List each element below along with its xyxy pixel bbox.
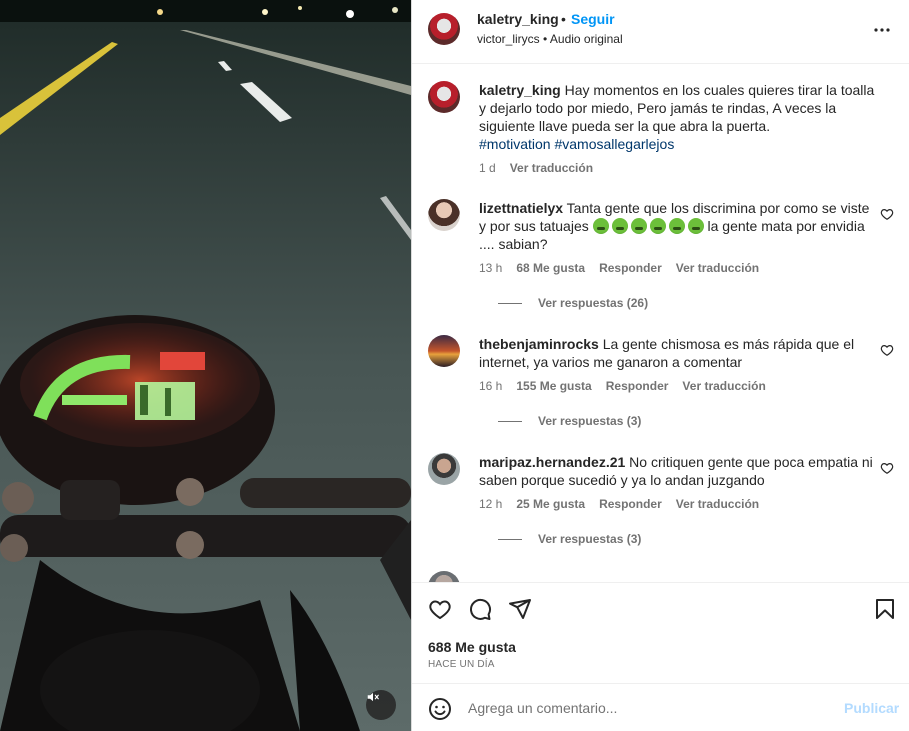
replies-line xyxy=(498,303,522,305)
comment-text: maripaz.hernandez.21 No critiquen gente … xyxy=(479,453,879,489)
follow-button[interactable]: Seguir xyxy=(571,11,615,27)
comment-text: thebenjaminrocks La gente chismosa es má… xyxy=(479,335,879,371)
audio-user-link[interactable]: victor_lirycs xyxy=(477,32,540,46)
speaker-muted-icon xyxy=(367,692,379,702)
view-replies-button[interactable]: Ver respuestas (26) xyxy=(498,296,648,310)
caption-time: 1 d xyxy=(479,161,496,175)
audio-info: victor_lirycs • Audio original xyxy=(477,32,623,46)
comment-meta: 12 h 25 Me gusta Responder Ver traducción xyxy=(479,497,773,511)
comments-list[interactable]: kaletry_king Hay momentos en los cuales … xyxy=(412,65,909,582)
view-replies-button[interactable]: Ver respuestas (3) xyxy=(498,414,641,428)
post-header: kaletry_king • Seguir victor_lirycs • Au… xyxy=(412,0,909,64)
post-sidebar: kaletry_king • Seguir victor_lirycs • Au… xyxy=(412,0,909,731)
comment-avatar[interactable] xyxy=(428,571,460,582)
paper-plane-icon[interactable] xyxy=(508,597,532,621)
nauseated-face-icon xyxy=(649,218,666,234)
more-horizontal-icon xyxy=(874,28,890,32)
nauseated-face-icon xyxy=(668,218,685,234)
heart-icon[interactable] xyxy=(428,597,452,621)
nauseated-face-icon xyxy=(630,218,647,234)
comment-input[interactable] xyxy=(468,694,828,722)
reply-button[interactable]: Responder xyxy=(606,379,669,393)
more-options-button[interactable] xyxy=(870,18,894,42)
caption-meta: 1 d Ver traducción xyxy=(479,161,607,175)
comment-time: 12 h xyxy=(479,497,503,511)
comment-avatar[interactable] xyxy=(428,335,460,367)
reply-button[interactable]: Responder xyxy=(599,261,662,275)
comment-username[interactable]: maripaz.hernandez.21 xyxy=(479,454,625,470)
audio-separator: • xyxy=(539,32,550,46)
like-comment-heart-icon[interactable] xyxy=(880,461,894,475)
post-actions: 688 Me gusta HACE UN DÍA xyxy=(412,582,909,682)
view-replies-label: Ver respuestas (26) xyxy=(538,296,649,310)
replies-line xyxy=(498,421,522,423)
comment-meta: 16 h 155 Me gusta Responder Ver traducción xyxy=(479,379,780,393)
comment-likes[interactable]: 68 Me gusta xyxy=(516,261,585,275)
likes-count[interactable]: 688 Me gusta xyxy=(428,639,516,655)
hashtag-link[interactable]: #motivation xyxy=(479,136,551,152)
like-comment-heart-icon[interactable] xyxy=(880,207,894,221)
hashtag-link[interactable]: #vamosallegarlejos xyxy=(554,136,674,152)
bookmark-icon[interactable] xyxy=(873,597,897,621)
comment-icon[interactable] xyxy=(468,597,492,621)
author-username[interactable]: kaletry_king xyxy=(477,11,559,27)
comment-time: 16 h xyxy=(479,379,503,393)
post-video[interactable] xyxy=(0,0,411,731)
caption-text: kaletry_king Hay momentos en los cuales … xyxy=(479,81,879,153)
mute-toggle-button[interactable] xyxy=(366,690,396,720)
publish-button[interactable]: Publicar xyxy=(844,700,899,716)
comment-likes[interactable]: 155 Me gusta xyxy=(516,379,591,393)
smiley-icon[interactable] xyxy=(428,697,452,721)
separator-dot: • xyxy=(561,11,566,27)
author-avatar[interactable] xyxy=(428,13,460,45)
nauseated-face-icon xyxy=(611,218,628,234)
translate-link[interactable]: Ver traducción xyxy=(510,161,593,175)
comment-avatar[interactable] xyxy=(428,199,460,231)
view-replies-label: Ver respuestas (3) xyxy=(538,532,642,546)
reply-button[interactable]: Responder xyxy=(599,497,662,511)
comment-text: lizettnatielyx Tanta gente que los discr… xyxy=(479,199,879,253)
caption-username[interactable]: kaletry_king xyxy=(479,82,561,98)
nauseated-face-icon xyxy=(592,218,609,234)
comment-avatar[interactable] xyxy=(428,453,460,485)
comment-username[interactable]: thebenjaminrocks xyxy=(479,336,599,352)
translate-link[interactable]: Ver traducción xyxy=(682,379,765,393)
post-timestamp: HACE UN DÍA xyxy=(428,659,495,670)
comment-time: 13 h xyxy=(479,261,503,275)
view-replies-label: Ver respuestas (3) xyxy=(538,414,642,428)
comment-likes[interactable]: 25 Me gusta xyxy=(516,497,585,511)
comment-username[interactable]: lizettnatielyx xyxy=(479,200,563,216)
caption-avatar[interactable] xyxy=(428,81,460,113)
audio-original-link[interactable]: Audio original xyxy=(550,32,623,46)
comment-composer: Publicar xyxy=(412,683,909,731)
like-comment-heart-icon[interactable] xyxy=(880,343,894,357)
comment-meta: 13 h 68 Me gusta Responder Ver traducción xyxy=(479,261,773,275)
nauseated-face-icon xyxy=(687,218,704,234)
replies-line xyxy=(498,539,522,541)
view-replies-button[interactable]: Ver respuestas (3) xyxy=(498,532,641,546)
emoji-group xyxy=(592,218,704,234)
translate-link[interactable]: Ver traducción xyxy=(676,497,759,511)
translate-link[interactable]: Ver traducción xyxy=(676,261,759,275)
video-frame-illustration xyxy=(0,0,411,731)
